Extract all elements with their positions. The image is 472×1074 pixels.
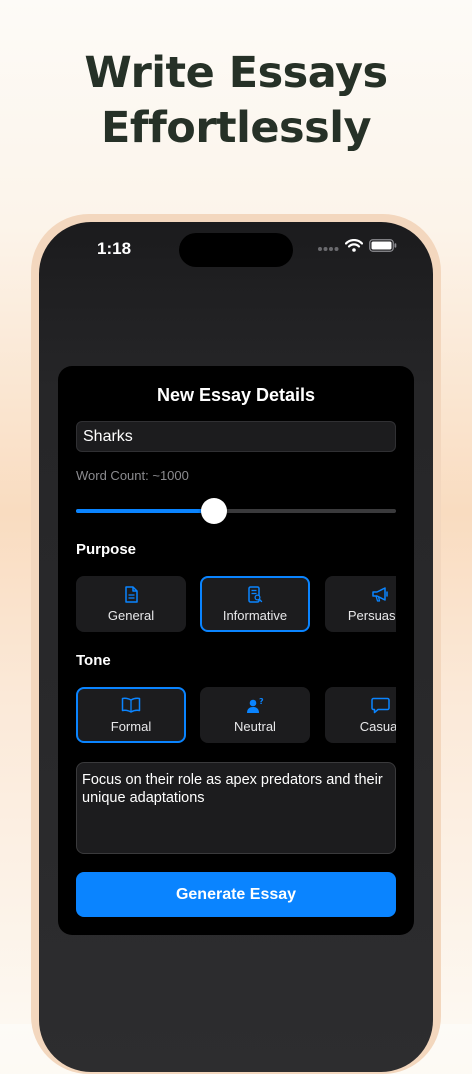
tone-option-casual[interactable]: Casual: [325, 687, 396, 743]
purpose-label: Purpose: [76, 541, 137, 558]
tone-option-neutral[interactable]: ? Neutral: [200, 687, 310, 743]
purpose-option-label: General: [107, 608, 155, 623]
open-book-icon: [78, 696, 184, 714]
svg-text:?: ?: [259, 697, 264, 706]
purpose-options: General Informative Persuas: [76, 576, 396, 632]
slider-fill: [76, 509, 214, 513]
generate-essay-label: Generate Essay: [175, 885, 297, 903]
status-icons: [317, 239, 397, 257]
sheet-title: New Essay Details: [156, 385, 316, 405]
purpose-option-label: Persuasive: [347, 608, 396, 623]
wifi-icon: [344, 239, 364, 257]
megaphone-icon: [327, 585, 396, 603]
headline: Write Essays Effortlessly: [0, 46, 472, 156]
purpose-option-persuasive[interactable]: Persuasive: [325, 576, 396, 632]
person-question-icon: ?: [202, 696, 308, 714]
battery-icon: [369, 239, 397, 257]
notes-field[interactable]: Focus on their role as apex predators an…: [76, 762, 396, 854]
signal-dots-icon: [317, 239, 339, 257]
topic-input-value: Sharks: [83, 427, 133, 445]
tone-label: Tone: [76, 652, 111, 669]
purpose-option-informative[interactable]: Informative: [200, 576, 310, 632]
tone-options: Formal ? Neutral Casual: [76, 687, 396, 743]
generate-essay-button[interactable]: Generate Essay: [76, 872, 396, 917]
headline-line-2: Effortlessly: [101, 103, 371, 153]
new-essay-sheet: New Essay Details Sharks Word Count: ~10…: [58, 366, 414, 935]
notes-field-value: Focus on their role as apex predators an…: [82, 772, 383, 806]
word-count-label: Word Count: ~1000: [76, 468, 189, 483]
headline-line-1: Write Essays: [84, 48, 388, 98]
document-search-icon: [202, 585, 308, 603]
word-count-slider[interactable]: [76, 498, 396, 524]
status-time: 1:18: [97, 239, 132, 258]
chat-bubble-icon: [327, 696, 396, 714]
dynamic-island: [179, 233, 293, 267]
purpose-option-general[interactable]: General: [76, 576, 186, 632]
topic-input[interactable]: Sharks: [76, 421, 396, 452]
slider-thumb[interactable]: [201, 498, 227, 524]
tone-option-label: Formal: [110, 719, 152, 734]
tone-option-label: Neutral: [234, 719, 276, 734]
document-icon: [78, 585, 184, 603]
purpose-option-label: Informative: [222, 608, 288, 623]
tone-option-label: Casual: [359, 719, 396, 734]
tone-option-formal[interactable]: Formal: [76, 687, 186, 743]
